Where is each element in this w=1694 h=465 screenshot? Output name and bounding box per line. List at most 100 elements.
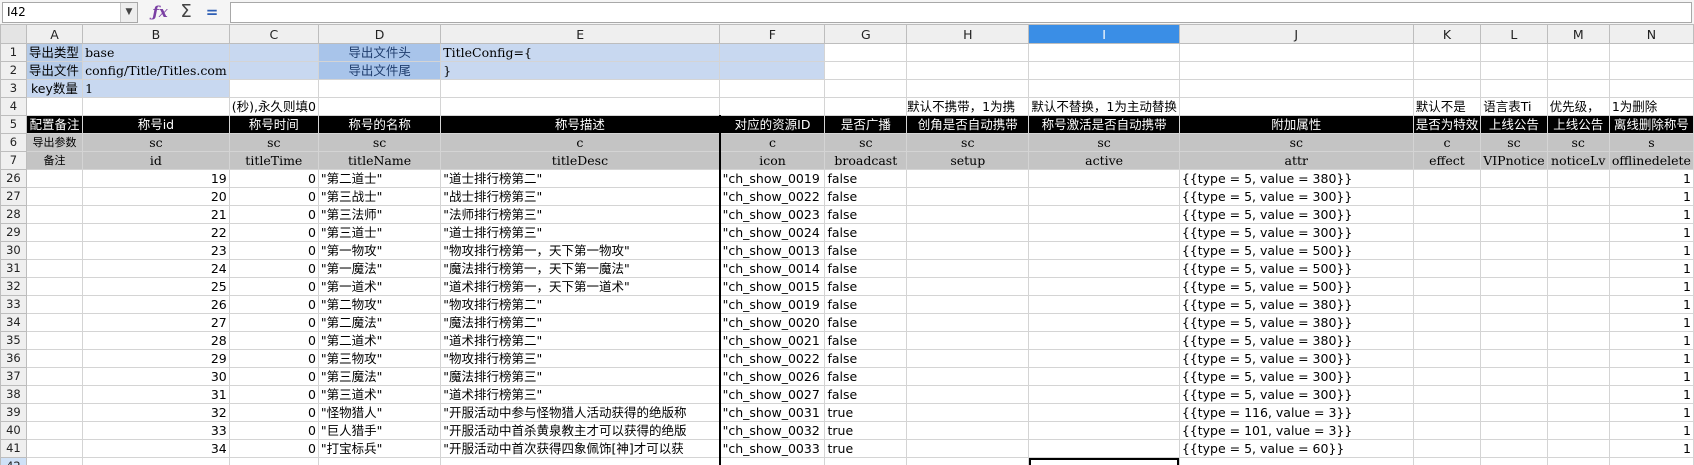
sum-icon[interactable]: Σ xyxy=(176,2,196,22)
cell-m[interactable] xyxy=(1546,277,1610,296)
cell-d[interactable]: "第三魔法" xyxy=(317,367,442,386)
row-header[interactable]: 6 xyxy=(0,133,27,152)
column-header-e[interactable]: E xyxy=(440,24,721,44)
cell-d4[interactable] xyxy=(317,97,442,116)
cell-g[interactable] xyxy=(824,457,908,465)
cell-i1[interactable] xyxy=(1028,43,1180,62)
cell-c2[interactable] xyxy=(228,61,319,80)
cell-j[interactable]: {{type = 5, value = 300}} xyxy=(1178,223,1414,242)
cell-g[interactable]: true xyxy=(824,403,908,422)
cell-h[interactable] xyxy=(906,187,1030,206)
cell-i[interactable] xyxy=(1028,259,1180,278)
cell-f[interactable]: "ch_show_0024 xyxy=(719,223,826,242)
cell-n[interactable]: 1 xyxy=(1608,385,1694,404)
spreadsheet-grid[interactable]: A B C D E F G H I J K L M N 1 导出类型 base … xyxy=(0,24,1694,465)
cell-k4[interactable]: 默认不是 xyxy=(1412,97,1482,116)
cell-k1[interactable] xyxy=(1412,43,1482,62)
cell-d2[interactable]: 导出文件尾 xyxy=(317,61,442,80)
cell-h[interactable] xyxy=(906,439,1030,458)
header-cell-e[interactable]: c xyxy=(440,133,721,152)
cell-l[interactable] xyxy=(1480,367,1548,386)
column-header-l[interactable]: L xyxy=(1480,24,1548,44)
cell-m1[interactable] xyxy=(1546,43,1610,62)
cell-e3[interactable] xyxy=(440,79,721,98)
header-cell-i[interactable]: 称号激活是否自动携带 xyxy=(1028,115,1180,134)
cell-c4[interactable]: (秒),永久则填0 xyxy=(228,97,319,116)
cell-c[interactable]: 0 xyxy=(228,241,319,260)
column-header-b[interactable]: B xyxy=(82,24,230,44)
cell-e[interactable]: "开服活动中参与怪物猎人活动获得的绝版称 xyxy=(440,403,721,422)
cell-j2[interactable] xyxy=(1178,61,1414,80)
cell-m[interactable] xyxy=(1546,367,1610,386)
header-cell-g[interactable]: 是否广播 xyxy=(824,115,908,134)
cell-c[interactable]: 0 xyxy=(228,277,319,296)
cell-i[interactable] xyxy=(1028,349,1180,368)
cell-d3[interactable] xyxy=(317,79,442,98)
cell-f[interactable]: "ch_show_0022 xyxy=(719,187,826,206)
cell-k[interactable] xyxy=(1412,241,1482,260)
cell-j[interactable]: {{type = 101, value = 3}} xyxy=(1178,421,1414,440)
cell-b[interactable]: 33 xyxy=(82,421,230,440)
cell-f[interactable]: "ch_show_0019 xyxy=(719,169,826,188)
cell-h[interactable] xyxy=(906,349,1030,368)
cell-l[interactable] xyxy=(1480,313,1548,332)
cell-k[interactable] xyxy=(1412,403,1482,422)
cell-n[interactable]: 1 xyxy=(1608,169,1694,188)
cell-e[interactable]: "道术排行榜第二" xyxy=(440,331,721,350)
cell-e[interactable]: "物攻排行榜第三" xyxy=(440,349,721,368)
cell-f[interactable]: "ch_show_0019 xyxy=(719,295,826,314)
cell-m[interactable] xyxy=(1546,439,1610,458)
cell-h[interactable] xyxy=(906,367,1030,386)
formula-input[interactable] xyxy=(230,2,1692,23)
cell-c[interactable]: 0 xyxy=(228,205,319,224)
cell-i[interactable] xyxy=(1028,313,1180,332)
cell-b3[interactable]: 1 xyxy=(82,79,230,98)
cell-h[interactable] xyxy=(906,223,1030,242)
row-header[interactable]: 35 xyxy=(0,331,27,350)
cell-h[interactable] xyxy=(906,421,1030,440)
column-header-d[interactable]: D xyxy=(317,24,442,44)
cell-n[interactable]: 1 xyxy=(1608,367,1694,386)
cell-j[interactable]: {{type = 5, value = 300}} xyxy=(1178,187,1414,206)
cell-f4[interactable] xyxy=(719,97,826,116)
cell-m[interactable] xyxy=(1546,403,1610,422)
cell-c[interactable] xyxy=(228,457,319,465)
row-header[interactable]: 42 xyxy=(0,457,27,465)
cell-i[interactable] xyxy=(1028,385,1180,404)
cell-g[interactable]: false xyxy=(824,295,908,314)
cell-n[interactable]: 1 xyxy=(1608,205,1694,224)
cell-f3[interactable] xyxy=(719,79,826,98)
cell-a[interactable] xyxy=(25,259,84,278)
cell-a[interactable] xyxy=(25,169,84,188)
cell-j[interactable]: {{type = 5, value = 500}} xyxy=(1178,259,1414,278)
cell-k[interactable] xyxy=(1412,421,1482,440)
header-cell-e[interactable]: titleDesc xyxy=(440,151,721,170)
cell-h[interactable] xyxy=(906,385,1030,404)
cell-c[interactable]: 0 xyxy=(228,331,319,350)
cell-e[interactable] xyxy=(440,457,721,465)
cell-h[interactable] xyxy=(906,259,1030,278)
cell-d[interactable]: "第二道术" xyxy=(317,331,442,350)
cell-m[interactable] xyxy=(1546,385,1610,404)
cell-j[interactable]: {{type = 5, value = 60}} xyxy=(1178,439,1414,458)
row-header[interactable]: 29 xyxy=(0,223,27,242)
cell-a[interactable] xyxy=(25,223,84,242)
cell-k[interactable] xyxy=(1412,277,1482,296)
cell-n[interactable]: 1 xyxy=(1608,259,1694,278)
header-cell-k[interactable]: c xyxy=(1412,133,1482,152)
cell-g[interactable]: false xyxy=(824,277,908,296)
cell-n[interactable]: 1 xyxy=(1608,187,1694,206)
cell-k[interactable] xyxy=(1412,169,1482,188)
cell-a4[interactable] xyxy=(25,97,84,116)
header-cell-d[interactable]: sc xyxy=(317,133,442,152)
cell-j[interactable]: {{type = 5, value = 300}} xyxy=(1178,367,1414,386)
header-cell-f[interactable]: icon xyxy=(719,151,826,170)
cell-m[interactable] xyxy=(1546,241,1610,260)
cell-d[interactable]: "打宝标兵" xyxy=(317,439,442,458)
cell-d[interactable]: "怪物猎人" xyxy=(317,403,442,422)
cell-l[interactable] xyxy=(1480,205,1548,224)
cell-c[interactable]: 0 xyxy=(228,223,319,242)
select-all-corner[interactable] xyxy=(0,24,27,44)
row-header[interactable]: 4 xyxy=(0,97,27,116)
cell-f[interactable] xyxy=(719,457,826,465)
